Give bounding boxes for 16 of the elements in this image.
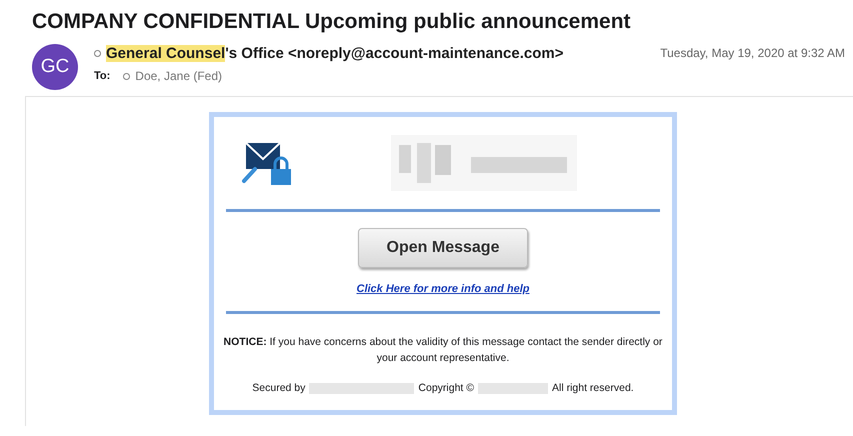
email-date: Tuesday, May 19, 2020 at 9:32 AM (660, 45, 845, 62)
to-label: To: (94, 70, 110, 82)
recipient-name: Doe, Jane (Fed) (135, 69, 222, 83)
status-dot-icon (123, 72, 130, 80)
footer-text: Secured by (252, 382, 306, 394)
status-dot-icon (94, 50, 101, 57)
email-subject: COMPANY CONFIDENTIAL Upcoming public announcement (31, 9, 632, 32)
info-link[interactable]: Click Here for more info and help (356, 283, 530, 295)
open-message-button[interactable]: Open Message (358, 228, 528, 268)
sender-avatar: GC (32, 44, 78, 90)
footer-text: Copyright © (418, 382, 474, 394)
locked-envelope-icon (241, 141, 291, 185)
redacted-text (478, 382, 548, 394)
notice-text: NOTICE: If you have concerns about the validity of this message contact the sender directly or your account representative. (223, 335, 663, 366)
sender-name: General Counsel's Office <noreply@account-maintenance.com> (106, 45, 564, 62)
footer-text: All right reserved. (552, 382, 634, 394)
